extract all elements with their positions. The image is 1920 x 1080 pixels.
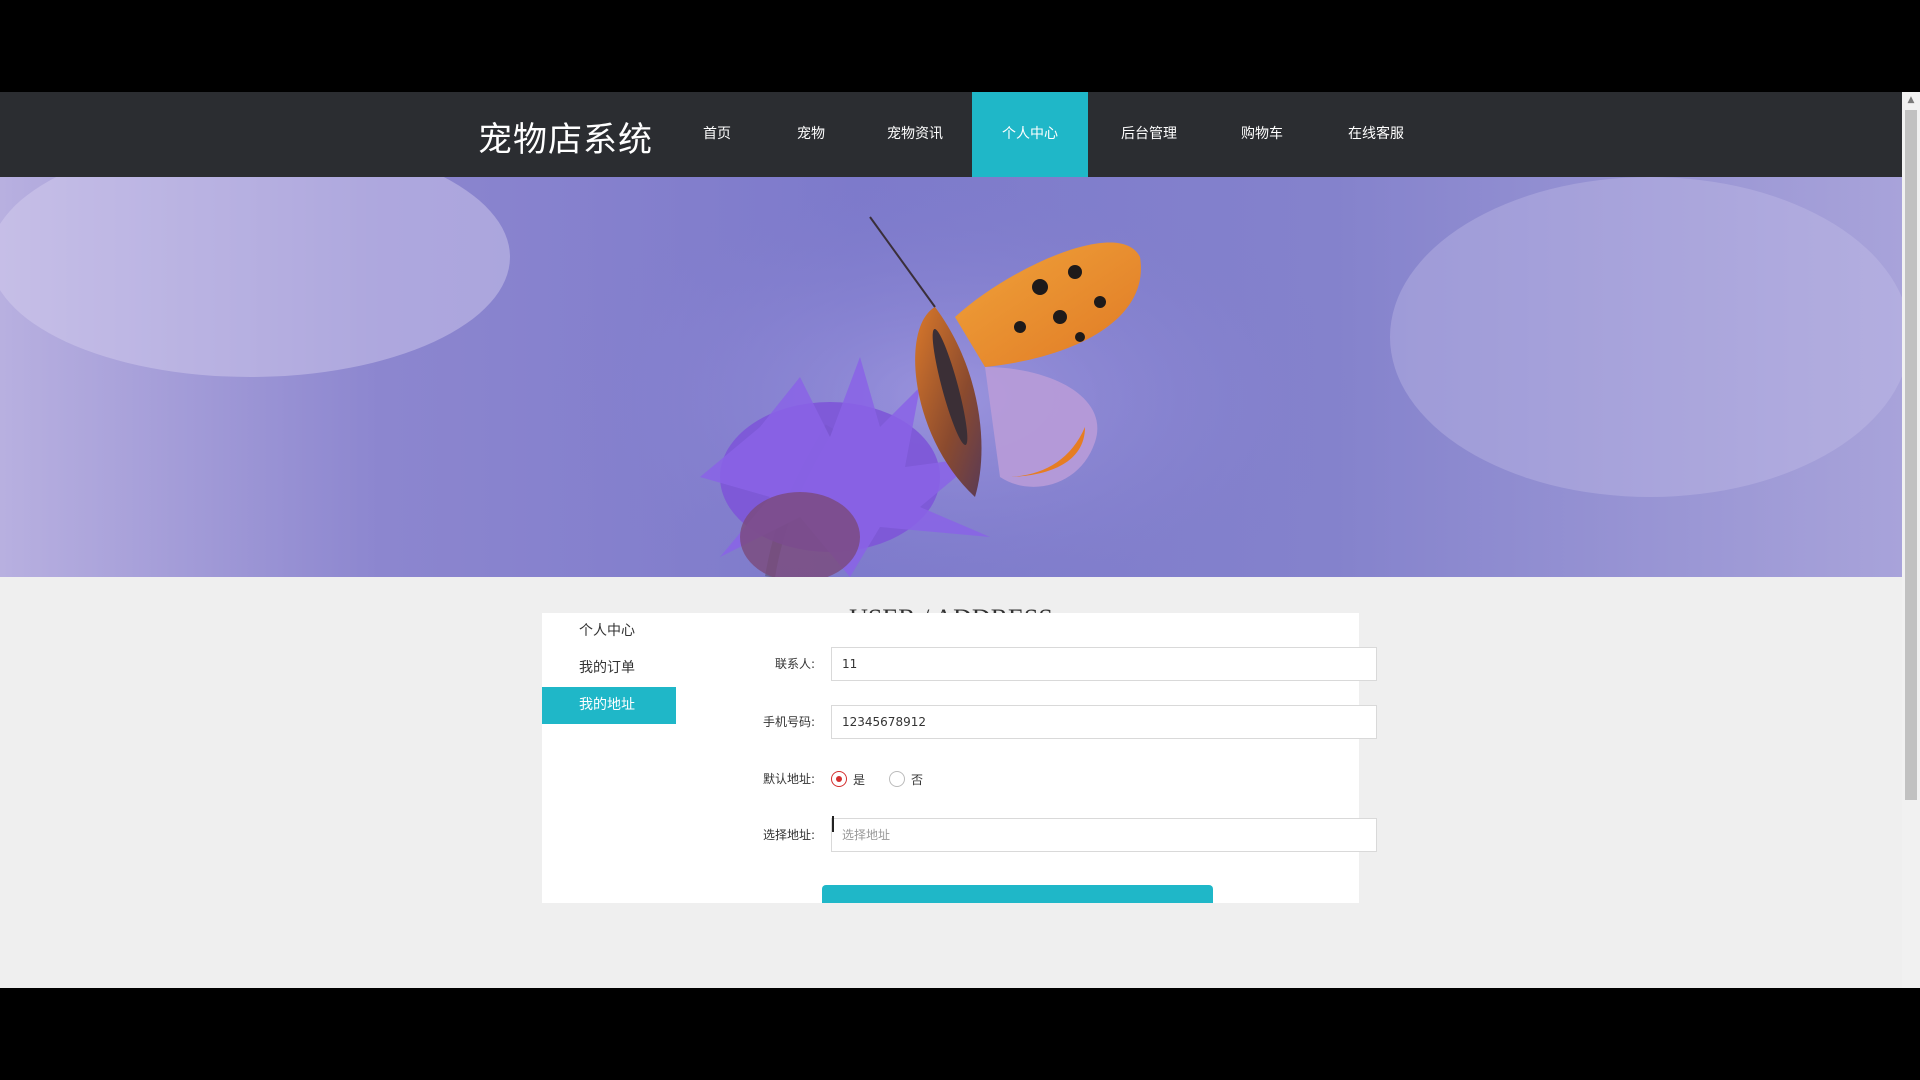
phone-input[interactable] xyxy=(831,705,1377,739)
nav-pets[interactable]: 宠物 xyxy=(764,92,858,177)
default-yes-label[interactable]: 是 xyxy=(853,771,865,788)
page-scrollbar[interactable]: ▲ xyxy=(1902,92,1920,988)
site-header: 宠物店系统 首页 宠物 宠物资讯 个人中心 后台管理 购物车 在线客服 xyxy=(0,92,1902,177)
default-no-radio[interactable] xyxy=(889,771,906,787)
phone-row: 手机号码: xyxy=(712,705,1377,739)
address-select-input[interactable] xyxy=(831,818,1377,852)
nav-home[interactable]: 首页 xyxy=(670,92,764,177)
user-sidebar: 个人中心 我的订单 我的地址 xyxy=(542,613,676,724)
sidebar-item-my-orders[interactable]: 我的订单 xyxy=(542,650,676,687)
letterbox-top xyxy=(0,0,1920,92)
contact-label: 联系人: xyxy=(774,657,815,671)
nav-pet-news[interactable]: 宠物资讯 xyxy=(858,92,972,177)
address-label: 选择地址: xyxy=(762,828,815,842)
scroll-thumb[interactable] xyxy=(1905,110,1917,800)
address-panel: 个人中心 我的订单 我的地址 联系人: 手机号码: 默认地址: 是 否 选择地址… xyxy=(542,613,1377,903)
contact-input[interactable] xyxy=(831,647,1377,681)
default-address-row: 默认地址: 是 否 xyxy=(712,762,1342,796)
butterfly-banner-image xyxy=(0,177,1902,577)
contact-row: 联系人: xyxy=(712,647,1377,681)
default-yes-radio[interactable] xyxy=(831,771,847,787)
nav-online-service[interactable]: 在线客服 xyxy=(1314,92,1438,177)
nav-user-center[interactable]: 个人中心 xyxy=(972,92,1088,177)
submit-button[interactable] xyxy=(822,885,1213,903)
main-nav: 首页 宠物 宠物资讯 个人中心 后台管理 购物车 在线客服 xyxy=(670,92,1438,177)
scroll-up-arrow-icon[interactable]: ▲ xyxy=(1902,92,1920,108)
text-cursor-icon xyxy=(832,816,834,832)
sidebar-item-user-center[interactable]: 个人中心 xyxy=(542,613,676,650)
phone-label: 手机号码: xyxy=(762,715,815,729)
sidebar-item-my-address[interactable]: 我的地址 xyxy=(542,687,676,724)
address-row: 选择地址: xyxy=(712,818,1377,852)
default-address-label: 默认地址: xyxy=(762,772,815,786)
site-logo[interactable]: 宠物店系统 xyxy=(478,112,653,161)
default-address-radio-group: 是 否 xyxy=(831,762,947,796)
nav-cart[interactable]: 购物车 xyxy=(1210,92,1314,177)
default-no-label[interactable]: 否 xyxy=(911,771,923,788)
hero-banner xyxy=(0,177,1902,577)
nav-admin[interactable]: 后台管理 xyxy=(1088,92,1210,177)
letterbox-bottom xyxy=(0,988,1920,1080)
